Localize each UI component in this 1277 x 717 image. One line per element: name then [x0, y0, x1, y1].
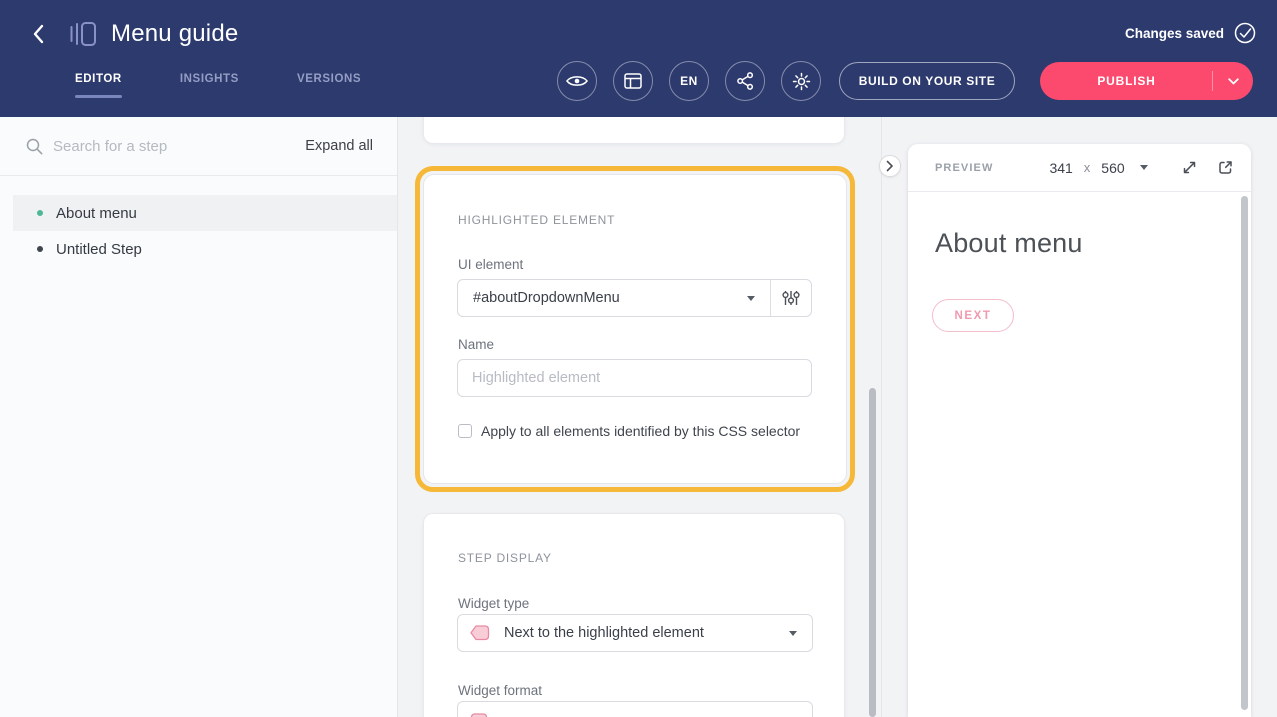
- top-navigation-bar: Menu guide Changes saved EDITOR INSIGHTS…: [0, 0, 1277, 117]
- highlighted-element-card-ring: HIGHLIGHTED ELEMENT UI element #aboutDro…: [415, 166, 855, 492]
- publish-label: PUBLISH: [1097, 74, 1195, 88]
- back-button[interactable]: [26, 20, 50, 48]
- preview-title: PREVIEW: [935, 162, 993, 174]
- step-status-dot: [37, 246, 43, 252]
- step-item-about-menu[interactable]: About menu: [13, 195, 397, 231]
- widget-format-label: Widget format: [458, 683, 542, 698]
- app-window: Menu guide Changes saved EDITOR INSIGHTS…: [0, 0, 1277, 717]
- ui-element-select[interactable]: #aboutDropdownMenu: [457, 279, 812, 317]
- previous-settings-card: [423, 117, 845, 144]
- widget-format-select[interactable]: [457, 701, 813, 717]
- eye-icon: [566, 73, 588, 89]
- layout-button[interactable]: [613, 61, 653, 101]
- apply-all-checkbox[interactable]: [458, 424, 472, 438]
- step-item-untitled-step[interactable]: Untitled Step: [13, 231, 397, 267]
- check-circle-icon: [1234, 22, 1256, 44]
- save-status-text: Changes saved: [1125, 26, 1224, 41]
- external-link-icon: [1217, 159, 1234, 176]
- section-title: HIGHLIGHTED ELEMENT: [458, 213, 615, 227]
- viewport-separator: x: [1084, 160, 1091, 175]
- expand-icon: [1181, 159, 1198, 176]
- guide-type-icon: [68, 19, 98, 49]
- element-name-input[interactable]: [457, 359, 812, 397]
- widget-format-icon: [469, 711, 489, 717]
- chevron-down-icon: [1140, 165, 1148, 170]
- preview-next-button[interactable]: NEXT: [932, 299, 1014, 332]
- preview-scrollbar-thumb[interactable]: [1241, 196, 1248, 710]
- viewport-width: 341: [1049, 160, 1072, 176]
- chevron-down-icon: [747, 296, 755, 301]
- preview-step-heading: About menu: [935, 228, 1083, 259]
- layout-icon: [624, 73, 642, 89]
- settings-button[interactable]: [781, 61, 821, 101]
- ui-element-label: UI element: [458, 257, 523, 272]
- gear-icon: [792, 72, 811, 91]
- language-button[interactable]: EN: [669, 61, 709, 101]
- tab-editor[interactable]: EDITOR: [75, 73, 122, 98]
- open-in-new-window-button[interactable]: [1217, 159, 1234, 176]
- widget-type-select[interactable]: Next to the highlighted element: [457, 614, 813, 652]
- editor-tabs: EDITOR INSIGHTS VERSIONS: [75, 73, 361, 98]
- selector-settings-button[interactable]: [771, 280, 811, 316]
- widget-type-label: Widget type: [458, 596, 529, 611]
- step-display-card: STEP DISPLAY Widget type Next to the hig…: [423, 513, 845, 717]
- highlighted-element-card: HIGHLIGHTED ELEMENT UI element #aboutDro…: [423, 174, 847, 484]
- header-actions: EN: [557, 61, 821, 101]
- share-icon: [737, 72, 754, 90]
- content-divider: [881, 117, 882, 717]
- steps-list: About menu Untitled Step: [0, 195, 397, 267]
- main-scrollbar-thumb[interactable]: [869, 388, 876, 717]
- page-title: Menu guide: [111, 20, 238, 48]
- tooltip-widget-icon: [469, 623, 491, 643]
- chevron-down-icon: [789, 631, 797, 636]
- expand-preview-button[interactable]: [1181, 159, 1198, 176]
- viewport-size-dropdown[interactable]: 341 x 560: [1049, 160, 1147, 176]
- publish-button[interactable]: PUBLISH: [1040, 62, 1253, 100]
- preview-eye-button[interactable]: [557, 61, 597, 101]
- step-search-row: Expand all: [0, 117, 397, 176]
- step-search-input[interactable]: [53, 138, 263, 155]
- collapse-preview-button[interactable]: [879, 155, 901, 177]
- chevron-right-icon: [886, 160, 894, 172]
- viewport-height: 560: [1101, 160, 1124, 176]
- build-on-your-site-button[interactable]: BUILD ON YOUR SITE: [839, 62, 1015, 100]
- share-button[interactable]: [725, 61, 765, 101]
- section-title: STEP DISPLAY: [458, 551, 552, 565]
- steps-sidebar: Expand all About menu Untitled Step: [0, 117, 398, 717]
- step-status-dot: [37, 210, 43, 216]
- save-status: Changes saved: [1125, 22, 1256, 44]
- search-icon: [26, 138, 43, 155]
- tab-versions[interactable]: VERSIONS: [297, 73, 361, 98]
- sliders-icon: [782, 289, 800, 307]
- chevron-left-icon: [32, 24, 44, 44]
- language-label: EN: [680, 74, 698, 88]
- chevron-down-icon[interactable]: [1228, 78, 1239, 85]
- publish-divider: [1212, 71, 1213, 91]
- apply-all-row: Apply to all elements identified by this…: [458, 423, 800, 439]
- preview-panel: PREVIEW 341 x 560 About menu NEXT: [908, 144, 1251, 717]
- preview-header: PREVIEW 341 x 560: [908, 144, 1251, 192]
- name-label: Name: [458, 337, 494, 352]
- expand-all-link[interactable]: Expand all: [305, 138, 373, 154]
- tab-insights[interactable]: INSIGHTS: [180, 73, 239, 98]
- apply-all-label: Apply to all elements identified by this…: [481, 423, 800, 439]
